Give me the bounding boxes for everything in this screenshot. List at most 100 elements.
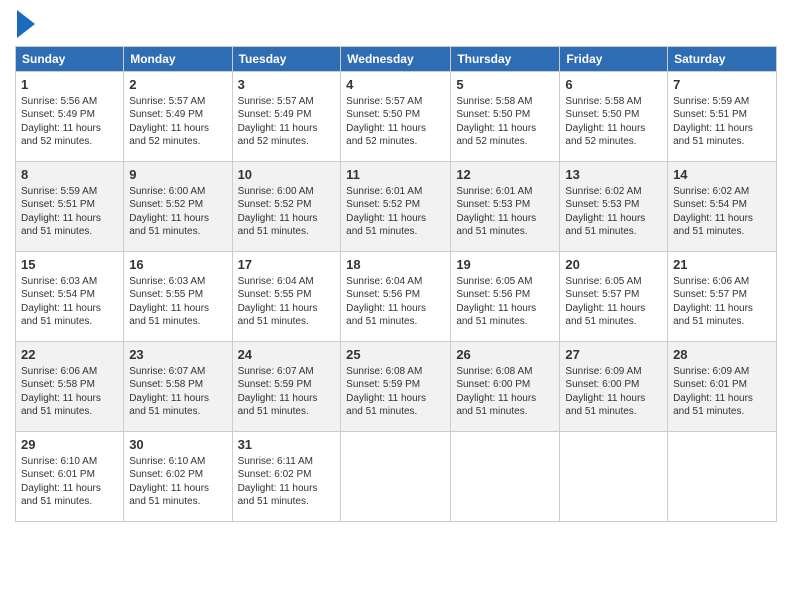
day-number: 3 [238,76,336,94]
calendar-day-19: 19Sunrise: 6:05 AM Sunset: 5:56 PM Dayli… [451,252,560,342]
calendar-day-1: 1Sunrise: 5:56 AM Sunset: 5:49 PM Daylig… [16,72,124,162]
calendar-empty [560,432,668,522]
day-number: 18 [346,256,445,274]
day-info: Sunrise: 6:09 AM Sunset: 6:00 PM Dayligh… [565,365,662,419]
day-number: 30 [129,436,226,454]
calendar-day-2: 2Sunrise: 5:57 AM Sunset: 5:49 PM Daylig… [124,72,232,162]
day-info: Sunrise: 6:08 AM Sunset: 5:59 PM Dayligh… [346,365,445,419]
calendar-empty [451,432,560,522]
day-info: Sunrise: 6:08 AM Sunset: 6:00 PM Dayligh… [456,365,554,419]
calendar-day-28: 28Sunrise: 6:09 AM Sunset: 6:01 PM Dayli… [668,342,777,432]
day-number: 12 [456,166,554,184]
day-info: Sunrise: 6:04 AM Sunset: 5:55 PM Dayligh… [238,275,336,329]
day-info: Sunrise: 5:58 AM Sunset: 5:50 PM Dayligh… [565,95,662,149]
day-info: Sunrise: 6:10 AM Sunset: 6:01 PM Dayligh… [21,455,118,509]
calendar-header-saturday: Saturday [668,47,777,72]
day-number: 6 [565,76,662,94]
day-info: Sunrise: 6:02 AM Sunset: 5:54 PM Dayligh… [673,185,771,239]
calendar-day-8: 8Sunrise: 5:59 AM Sunset: 5:51 PM Daylig… [16,162,124,252]
calendar-week-2: 8Sunrise: 5:59 AM Sunset: 5:51 PM Daylig… [16,162,777,252]
day-number: 17 [238,256,336,274]
calendar-day-31: 31Sunrise: 6:11 AM Sunset: 6:02 PM Dayli… [232,432,341,522]
day-number: 22 [21,346,118,364]
day-number: 23 [129,346,226,364]
day-info: Sunrise: 6:11 AM Sunset: 6:02 PM Dayligh… [238,455,336,509]
day-info: Sunrise: 6:04 AM Sunset: 5:56 PM Dayligh… [346,275,445,329]
calendar-day-14: 14Sunrise: 6:02 AM Sunset: 5:54 PM Dayli… [668,162,777,252]
day-number: 10 [238,166,336,184]
calendar-day-5: 5Sunrise: 5:58 AM Sunset: 5:50 PM Daylig… [451,72,560,162]
day-number: 5 [456,76,554,94]
day-info: Sunrise: 5:57 AM Sunset: 5:49 PM Dayligh… [129,95,226,149]
calendar-day-23: 23Sunrise: 6:07 AM Sunset: 5:58 PM Dayli… [124,342,232,432]
day-info: Sunrise: 6:07 AM Sunset: 5:59 PM Dayligh… [238,365,336,419]
day-number: 28 [673,346,771,364]
day-info: Sunrise: 6:10 AM Sunset: 6:02 PM Dayligh… [129,455,226,509]
calendar-day-24: 24Sunrise: 6:07 AM Sunset: 5:59 PM Dayli… [232,342,341,432]
day-info: Sunrise: 6:09 AM Sunset: 6:01 PM Dayligh… [673,365,771,419]
day-number: 2 [129,76,226,94]
calendar-day-20: 20Sunrise: 6:05 AM Sunset: 5:57 PM Dayli… [560,252,668,342]
calendar-header-friday: Friday [560,47,668,72]
day-number: 13 [565,166,662,184]
calendar-day-25: 25Sunrise: 6:08 AM Sunset: 5:59 PM Dayli… [341,342,451,432]
calendar-empty [341,432,451,522]
calendar-header-sunday: Sunday [16,47,124,72]
day-number: 9 [129,166,226,184]
calendar-day-10: 10Sunrise: 6:00 AM Sunset: 5:52 PM Dayli… [232,162,341,252]
day-number: 27 [565,346,662,364]
day-info: Sunrise: 6:02 AM Sunset: 5:53 PM Dayligh… [565,185,662,239]
calendar-day-11: 11Sunrise: 6:01 AM Sunset: 5:52 PM Dayli… [341,162,451,252]
calendar-day-17: 17Sunrise: 6:04 AM Sunset: 5:55 PM Dayli… [232,252,341,342]
day-number: 21 [673,256,771,274]
day-number: 29 [21,436,118,454]
day-number: 4 [346,76,445,94]
calendar-table: SundayMondayTuesdayWednesdayThursdayFrid… [15,46,777,522]
day-info: Sunrise: 5:58 AM Sunset: 5:50 PM Dayligh… [456,95,554,149]
day-info: Sunrise: 6:05 AM Sunset: 5:56 PM Dayligh… [456,275,554,329]
day-number: 24 [238,346,336,364]
calendar-week-4: 22Sunrise: 6:06 AM Sunset: 5:58 PM Dayli… [16,342,777,432]
day-info: Sunrise: 6:01 AM Sunset: 5:52 PM Dayligh… [346,185,445,239]
calendar-day-21: 21Sunrise: 6:06 AM Sunset: 5:57 PM Dayli… [668,252,777,342]
day-number: 16 [129,256,226,274]
calendar-header-monday: Monday [124,47,232,72]
day-info: Sunrise: 5:57 AM Sunset: 5:50 PM Dayligh… [346,95,445,149]
calendar-header-tuesday: Tuesday [232,47,341,72]
calendar-day-16: 16Sunrise: 6:03 AM Sunset: 5:55 PM Dayli… [124,252,232,342]
day-number: 15 [21,256,118,274]
calendar-day-18: 18Sunrise: 6:04 AM Sunset: 5:56 PM Dayli… [341,252,451,342]
calendar-day-13: 13Sunrise: 6:02 AM Sunset: 5:53 PM Dayli… [560,162,668,252]
calendar-day-29: 29Sunrise: 6:10 AM Sunset: 6:01 PM Dayli… [16,432,124,522]
day-info: Sunrise: 6:03 AM Sunset: 5:54 PM Dayligh… [21,275,118,329]
day-info: Sunrise: 5:59 AM Sunset: 5:51 PM Dayligh… [21,185,118,239]
calendar-day-30: 30Sunrise: 6:10 AM Sunset: 6:02 PM Dayli… [124,432,232,522]
day-info: Sunrise: 6:06 AM Sunset: 5:58 PM Dayligh… [21,365,118,419]
calendar-header-thursday: Thursday [451,47,560,72]
calendar-day-12: 12Sunrise: 6:01 AM Sunset: 5:53 PM Dayli… [451,162,560,252]
day-info: Sunrise: 6:07 AM Sunset: 5:58 PM Dayligh… [129,365,226,419]
calendar-day-22: 22Sunrise: 6:06 AM Sunset: 5:58 PM Dayli… [16,342,124,432]
day-info: Sunrise: 6:05 AM Sunset: 5:57 PM Dayligh… [565,275,662,329]
calendar-day-6: 6Sunrise: 5:58 AM Sunset: 5:50 PM Daylig… [560,72,668,162]
header [15,10,777,38]
calendar-empty [668,432,777,522]
calendar-day-9: 9Sunrise: 6:00 AM Sunset: 5:52 PM Daylig… [124,162,232,252]
calendar-day-3: 3Sunrise: 5:57 AM Sunset: 5:49 PM Daylig… [232,72,341,162]
day-info: Sunrise: 6:00 AM Sunset: 5:52 PM Dayligh… [129,185,226,239]
calendar-header-row: SundayMondayTuesdayWednesdayThursdayFrid… [16,47,777,72]
calendar-week-3: 15Sunrise: 6:03 AM Sunset: 5:54 PM Dayli… [16,252,777,342]
calendar-day-15: 15Sunrise: 6:03 AM Sunset: 5:54 PM Dayli… [16,252,124,342]
calendar-week-5: 29Sunrise: 6:10 AM Sunset: 6:01 PM Dayli… [16,432,777,522]
day-number: 19 [456,256,554,274]
day-info: Sunrise: 5:56 AM Sunset: 5:49 PM Dayligh… [21,95,118,149]
calendar-day-26: 26Sunrise: 6:08 AM Sunset: 6:00 PM Dayli… [451,342,560,432]
day-info: Sunrise: 6:06 AM Sunset: 5:57 PM Dayligh… [673,275,771,329]
day-number: 7 [673,76,771,94]
logo-arrow-icon [17,10,35,38]
page: SundayMondayTuesdayWednesdayThursdayFrid… [0,0,792,612]
day-number: 11 [346,166,445,184]
day-info: Sunrise: 5:59 AM Sunset: 5:51 PM Dayligh… [673,95,771,149]
day-info: Sunrise: 5:57 AM Sunset: 5:49 PM Dayligh… [238,95,336,149]
calendar-day-7: 7Sunrise: 5:59 AM Sunset: 5:51 PM Daylig… [668,72,777,162]
